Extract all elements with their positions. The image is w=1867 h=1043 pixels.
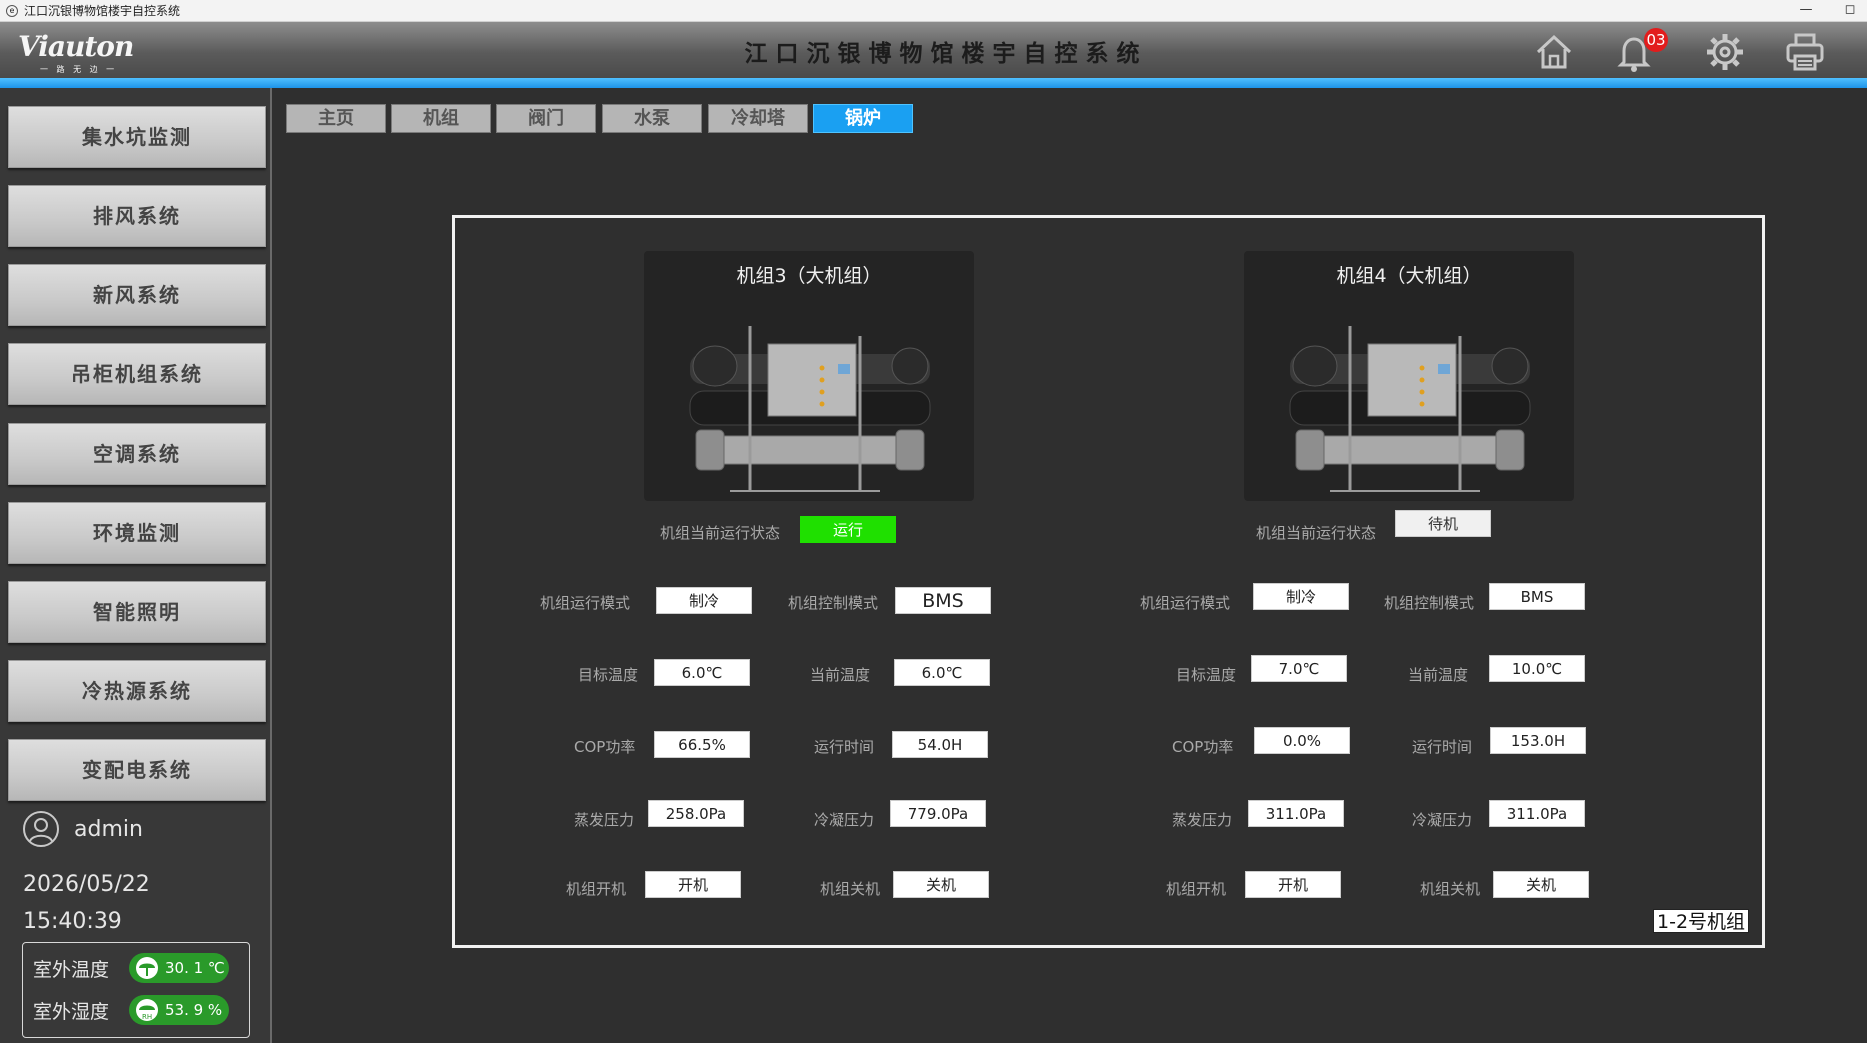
outdoor-humidity-pill: RH 53. 9 % [129,995,229,1025]
unit-4-run-time-value: 153.0H [1490,727,1586,754]
sidebar-item-exhaust-system[interactable]: 排风系统 [8,185,266,247]
unit-4-control-mode-value: BMS [1489,583,1585,610]
unit-3-target-temp-label: 目标温度 [578,666,639,684]
unit-3-power-off-label: 机组关机 [820,880,881,898]
current-time: 15:40:39 [23,909,122,934]
outdoor-weather-panel: 室外温度 30. 1 ℃ 室外湿度 RH 53. 9 % [22,942,250,1038]
unit-4-cop-label: COP功率 [1172,738,1234,756]
unit-4-cond-pressure-label: 冷凝压力 [1412,811,1473,829]
user-info[interactable]: admin [22,810,143,848]
unit-card-3: 机组3（大机组） [644,251,974,501]
unit-3-run-time-value: 54.0H [892,731,988,758]
unit-4-evap-pressure-label: 蒸发压力 [1172,811,1233,829]
unit-4-run-time-label: 运行时间 [1412,738,1473,756]
tab-valves[interactable]: 阀门 [496,104,596,133]
unit-4-cond-pressure-value: 311.0Pa [1489,800,1585,827]
unit-3-title: 机组3（大机组） [736,265,882,287]
chiller-image [1289,326,1531,492]
unit-4-current-temp-label: 当前温度 [1408,666,1469,684]
unit-3-evap-pressure-value: 258.0Pa [648,800,744,827]
unit-3-cond-pressure-label: 冷凝压力 [814,811,875,829]
sidebar-item-sump-monitor[interactable]: 集水坑监测 [8,106,266,168]
unit-group-tag[interactable]: 1-2号机组 [1653,909,1750,933]
tab-units[interactable]: 机组 [391,104,491,133]
unit-4-power-on-button[interactable]: 开机 [1245,871,1341,898]
minimize-button[interactable]: — [1786,0,1826,22]
thermometer-icon [136,957,158,979]
sidebar-item-hvac-system[interactable]: 空调系统 [8,423,266,485]
sidebar-item-environment-monitor[interactable]: 环境监测 [8,502,266,564]
outdoor-humidity-label: 室外湿度 [33,1000,110,1023]
alarm-count-badge: 03 [1644,28,1668,52]
unit-4-power-off-button[interactable]: 关机 [1493,871,1589,898]
unit-3-control-mode-label: 机组控制模式 [788,594,879,612]
unit-3-cop-label: COP功率 [574,738,636,756]
unit-4-power-off-label: 机组关机 [1420,880,1481,898]
sidebar: 集水坑监测 排风系统 新风系统 吊柜机组系统 空调系统 环境监测 智能照明 冷热… [0,88,272,1043]
user-avatar-icon [23,811,59,847]
sidebar-item-smart-lighting[interactable]: 智能照明 [8,581,266,643]
tab-home[interactable]: 主页 [286,104,386,133]
humidity-icon: RH [136,999,158,1021]
username: admin [74,816,143,842]
unit-3-evap-pressure-label: 蒸发压力 [574,811,635,829]
unit-4-power-on-label: 机组开机 [1166,880,1227,898]
window-titlebar: e 江口沉银博物馆楼宇自控系统 — ◻ [0,0,1867,22]
maximize-button[interactable]: ◻ [1830,0,1867,22]
unit-3-status-badge: 运行 [800,516,896,543]
unit-3-cond-pressure-value: 779.0Pa [890,800,986,827]
outdoor-humidity-value: 53. 9 % [165,1001,223,1019]
unit-4-control-mode-label: 机组控制模式 [1384,594,1475,612]
unit-3-run-mode-label: 机组运行模式 [540,594,631,612]
printer-icon[interactable] [1783,30,1827,74]
unit-4-current-temp-value: 10.0℃ [1489,655,1585,682]
unit-3-target-temp-value: 6.0℃ [654,659,750,686]
unit-3-power-off-button[interactable]: 关机 [893,871,989,898]
tab-boiler[interactable]: 锅炉 [813,104,913,133]
unit-4-title: 机组4（大机组） [1336,265,1482,287]
app-header: Viauton 一 路 无 边 一 江口沉银博物馆楼宇自控系统 [0,22,1867,78]
unit-4-target-temp-value: 7.0℃ [1251,655,1347,682]
unit-3-control-mode-value: BMS [895,587,991,614]
unit-3-current-temp-label: 当前温度 [810,666,871,684]
unit-3-run-time-label: 运行时间 [814,738,875,756]
unit-4-cop-value: 0.0% [1254,727,1350,754]
unit-4-run-mode-value: 制冷 [1253,583,1349,610]
home-icon[interactable] [1532,30,1576,74]
current-date: 2026/05/22 [23,872,150,897]
unit-4-evap-pressure-value: 311.0Pa [1248,800,1344,827]
unit-3-power-on-button[interactable]: 开机 [645,871,741,898]
outdoor-temp-row: 室外温度 30. 1 ℃ [33,953,229,983]
gear-icon[interactable] [1703,30,1747,74]
outdoor-temp-value: 30. 1 ℃ [165,959,225,977]
chiller-image [689,326,931,492]
unit-3-current-temp-value: 6.0℃ [894,659,990,686]
sidebar-item-fresh-air-system[interactable]: 新风系统 [8,264,266,326]
tab-pumps[interactable]: 水泵 [602,104,702,133]
header-accent-stripe [0,78,1867,88]
window-title: 江口沉银博物馆楼宇自控系统 [24,4,181,18]
tab-cooling-tower[interactable]: 冷却塔 [708,104,808,133]
unit-4-status-badge: 待机 [1395,510,1491,537]
svg-text:RH: RH [142,1013,152,1021]
unit-4-status-label: 机组当前运行状态 [1256,524,1377,542]
app-icon: e [6,4,18,17]
outdoor-temp-pill: 30. 1 ℃ [129,953,229,983]
unit-3-cop-value: 66.5% [654,731,750,758]
outdoor-temp-label: 室外温度 [33,958,110,981]
outdoor-humidity-row: 室外湿度 RH 53. 9 % [33,995,229,1025]
sidebar-item-power-distribution[interactable]: 变配电系统 [8,739,266,801]
unit-3-power-on-label: 机组开机 [566,880,627,898]
unit-3-status-label: 机组当前运行状态 [660,524,781,542]
unit-3-run-mode-value: 制冷 [656,587,752,614]
sidebar-item-ceiling-unit-system[interactable]: 吊柜机组系统 [8,343,266,405]
unit-4-run-mode-label: 机组运行模式 [1140,594,1231,612]
unit-card-4: 机组4（大机组） [1244,251,1574,501]
sidebar-item-cooling-heating-source[interactable]: 冷热源系统 [8,660,266,722]
unit-4-target-temp-label: 目标温度 [1176,666,1237,684]
system-title: 江口沉银博物馆楼宇自控系统 [744,40,1148,67]
